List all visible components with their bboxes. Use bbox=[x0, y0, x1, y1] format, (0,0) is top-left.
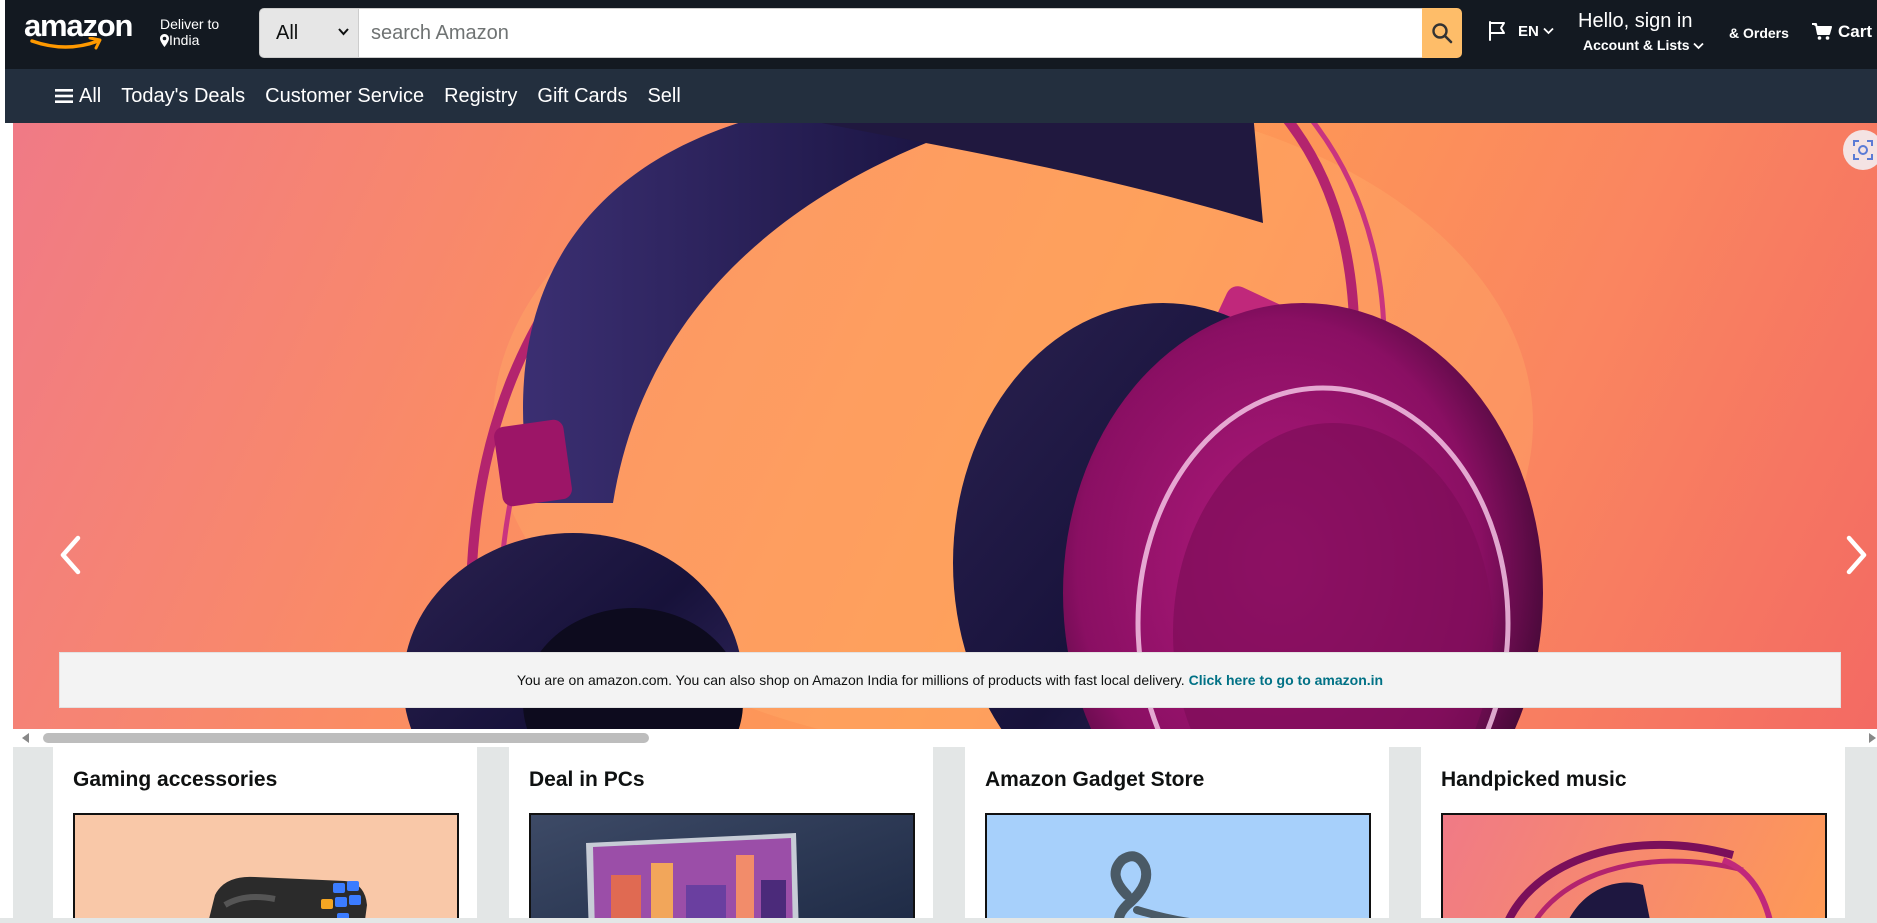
language-selector[interactable]: EN bbox=[1486, 20, 1554, 42]
amazon-logo[interactable]: amazon bbox=[24, 10, 136, 50]
pc-monitor-image bbox=[586, 833, 799, 923]
search-category-value: All bbox=[276, 21, 299, 44]
nav-customer-service[interactable]: Customer Service bbox=[265, 85, 424, 108]
card-title: Gaming accessories bbox=[73, 768, 278, 791]
card-title: Deal in PCs bbox=[529, 768, 645, 791]
card-image[interactable] bbox=[73, 813, 459, 923]
card-image[interactable] bbox=[1441, 813, 1827, 923]
locale-notice-text: You are on amazon.com. You can also shop… bbox=[516, 672, 1185, 688]
chevron-right-icon bbox=[1846, 535, 1867, 575]
nav-gift-cards[interactable]: Gift Cards bbox=[537, 85, 627, 108]
locale-notice-banner: You are on amazon.com. You can also shop… bbox=[59, 652, 1841, 708]
go-to-amazon-in-link[interactable]: Click here to go to amazon.in bbox=[1189, 672, 1383, 688]
card-gaming-accessories[interactable]: Gaming accessories bbox=[53, 747, 477, 923]
cart-label: Cart bbox=[1838, 22, 1873, 41]
deliver-location: India bbox=[160, 32, 219, 48]
orders-link[interactable]: & Orders bbox=[1729, 25, 1789, 41]
chevron-down-icon bbox=[1693, 42, 1705, 50]
nav-sell[interactable]: Sell bbox=[647, 85, 680, 108]
search-category-select[interactable]: All bbox=[259, 8, 359, 58]
deliver-label: Deliver to bbox=[160, 16, 220, 32]
nav-registry[interactable]: Registry bbox=[444, 85, 517, 108]
card-title: Amazon Gadget Store bbox=[985, 768, 1205, 791]
lens-scan-icon bbox=[1853, 140, 1873, 160]
search-icon bbox=[1432, 23, 1453, 44]
horizontal-scrollbar[interactable] bbox=[13, 729, 1877, 747]
cart-icon bbox=[1812, 23, 1832, 40]
headphones-thumbnail-image bbox=[1503, 840, 1774, 923]
chevron-down-icon bbox=[338, 28, 349, 36]
card-image[interactable] bbox=[985, 813, 1371, 923]
account-lists-text: Account & Lists bbox=[1583, 37, 1690, 53]
nav-all-menu[interactable]: All bbox=[55, 85, 101, 108]
deliver-country: India bbox=[169, 32, 200, 48]
hero-carousel bbox=[13, 123, 1877, 729]
sub-navigation: All Today's Deals Customer Service Regis… bbox=[5, 69, 1877, 123]
scrollbar-thumb[interactable] bbox=[43, 733, 649, 743]
gadget-image bbox=[1110, 851, 1231, 923]
page-edge bbox=[0, 0, 5, 923]
page-bottom-strip bbox=[0, 918, 1877, 923]
hero-headphones-image bbox=[403, 123, 1543, 729]
chevron-down-icon bbox=[1543, 27, 1554, 35]
card-handpicked-music[interactable]: Handpicked music bbox=[1421, 747, 1845, 923]
scroll-left-arrow-icon[interactable] bbox=[21, 733, 31, 743]
nav-all-label: All bbox=[79, 84, 102, 107]
search-button[interactable] bbox=[1422, 8, 1462, 58]
search-input[interactable]: search Amazon bbox=[359, 8, 1422, 58]
card-deal-in-pcs[interactable]: Deal in PCs bbox=[509, 747, 933, 923]
top-header: amazon Deliver to India All search Amazo… bbox=[5, 0, 1877, 69]
flag-icon bbox=[1489, 21, 1505, 41]
cart-link[interactable]: Cart bbox=[1812, 22, 1872, 42]
account-menu[interactable]: Hello, sign in Account & Lists bbox=[1578, 10, 1705, 54]
gaming-keypad-image bbox=[208, 876, 367, 923]
smile-arrow-icon bbox=[30, 37, 102, 50]
deliver-to[interactable]: Deliver to India bbox=[160, 16, 219, 48]
account-lists-label: Account & Lists bbox=[1578, 36, 1705, 54]
carousel-prev-button[interactable] bbox=[53, 530, 87, 580]
search-bar: All search Amazon bbox=[259, 8, 1462, 58]
nav-todays-deals[interactable]: Today's Deals bbox=[121, 85, 245, 108]
card-title: Handpicked music bbox=[1441, 768, 1627, 791]
hamburger-icon bbox=[55, 89, 73, 103]
card-amazon-gadget-store[interactable]: Amazon Gadget Store bbox=[965, 747, 1389, 923]
chevron-left-icon bbox=[60, 535, 81, 575]
card-image[interactable] bbox=[529, 813, 915, 923]
signin-greeting: Hello, sign in bbox=[1578, 10, 1693, 32]
location-pin-icon bbox=[160, 34, 169, 47]
scroll-right-arrow-icon[interactable] bbox=[1867, 733, 1877, 743]
language-code: EN bbox=[1518, 22, 1539, 40]
visual-search-button[interactable] bbox=[1843, 130, 1877, 170]
carousel-next-button[interactable] bbox=[1840, 530, 1874, 580]
